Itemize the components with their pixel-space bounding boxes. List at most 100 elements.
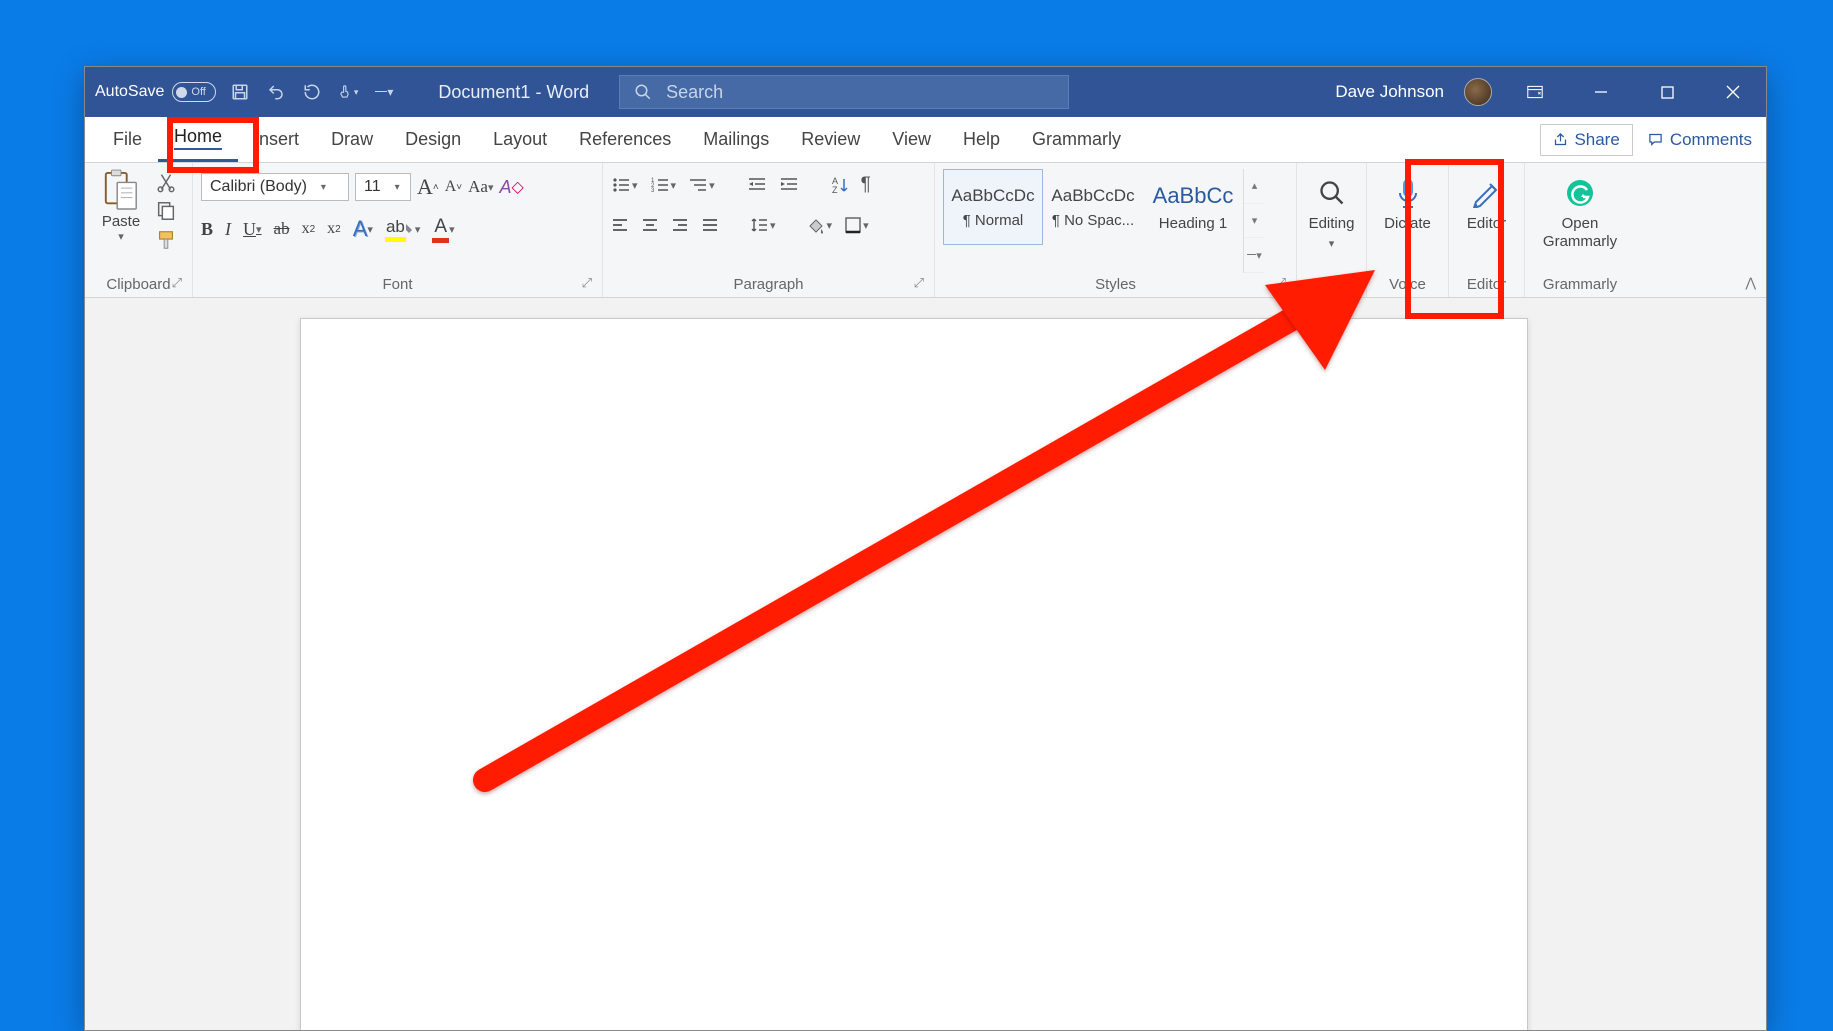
minimize-button[interactable] <box>1578 72 1624 112</box>
group-grammarly: Open Grammarly Grammarly <box>1525 163 1635 297</box>
strikethrough-button[interactable]: ab <box>274 219 290 239</box>
chevron-down-icon: ▾ <box>118 230 124 243</box>
paste-label: Paste <box>102 213 140 230</box>
multilevel-list-button[interactable]: ▾ <box>688 176 715 194</box>
style-name: Heading 1 <box>1159 215 1227 232</box>
open-grammarly-button[interactable]: Open Grammarly <box>1533 169 1627 251</box>
show-marks-button[interactable]: ¶ <box>861 174 871 196</box>
justify-button[interactable] <box>701 217 719 233</box>
styles-launcher-icon[interactable]: ⤢ <box>1276 275 1286 291</box>
comment-icon <box>1647 132 1664 147</box>
tab-draw[interactable]: Draw <box>315 117 389 162</box>
share-label: Share <box>1574 130 1619 150</box>
grow-font-button[interactable]: A˄ <box>417 174 439 200</box>
editing-button[interactable]: Editing ▾ <box>1305 169 1358 250</box>
paste-button[interactable]: Paste ▾ <box>93 169 149 243</box>
tab-review[interactable]: Review <box>785 117 876 162</box>
align-center-button[interactable] <box>641 217 659 233</box>
decrease-indent-button[interactable] <box>747 176 767 194</box>
user-name[interactable]: Dave Johnson <box>1335 82 1444 102</box>
align-left-button[interactable] <box>611 217 629 233</box>
font-launcher-icon[interactable]: ⤢ <box>582 275 592 291</box>
group-label-grammarly: Grammarly <box>1533 273 1627 293</box>
avatar[interactable] <box>1464 78 1492 106</box>
editor-button[interactable]: Editor <box>1457 169 1516 233</box>
styles-scroll: ▴ ▾ ▾ <box>1243 169 1265 273</box>
styles-expand[interactable]: ▾ <box>1244 238 1265 273</box>
tab-layout[interactable]: Layout <box>477 117 563 162</box>
autosave-switch[interactable]: Off <box>172 82 216 102</box>
dictate-button[interactable]: Dictate ▾ <box>1375 169 1440 250</box>
tab-references[interactable]: References <box>563 117 687 162</box>
styles-scroll-up[interactable]: ▴ <box>1244 169 1265 204</box>
align-right-button[interactable] <box>671 217 689 233</box>
document-title: Document1 - Word <box>438 82 589 103</box>
search-placeholder: Search <box>666 82 723 103</box>
ribbon-display-icon[interactable] <box>1512 72 1558 112</box>
italic-button[interactable]: I <box>225 219 231 240</box>
underline-button[interactable]: U ▾ <box>243 219 262 240</box>
group-label-font: Font⤢ <box>201 273 594 293</box>
comments-label: Comments <box>1670 130 1752 150</box>
autosave-label: AutoSave <box>95 83 164 101</box>
tab-design[interactable]: Design <box>389 117 477 162</box>
tab-help[interactable]: Help <box>947 117 1016 162</box>
borders-button[interactable]: ▾ <box>844 216 869 234</box>
style-heading1[interactable]: AaBbCc Heading 1 <box>1143 169 1243 245</box>
tab-file[interactable]: File <box>97 117 158 162</box>
tab-home[interactable]: Home <box>158 117 238 162</box>
shrink-font-button[interactable]: A˅ <box>445 178 462 196</box>
group-font: Calibri (Body)▾ 11▾ A˄ A˅ Aa ▾ A◇ B I U … <box>193 163 603 297</box>
style-normal[interactable]: AaBbCcDc ¶ Normal <box>943 169 1043 245</box>
bullets-button[interactable]: ▾ <box>611 176 638 194</box>
text-effects-button[interactable]: A ▾ <box>353 216 373 242</box>
document-area[interactable] <box>85 298 1766 1030</box>
font-size-combo[interactable]: 11▾ <box>355 173 411 201</box>
shading-button[interactable]: ▾ <box>806 216 833 234</box>
maximize-button[interactable] <box>1644 72 1690 112</box>
change-case-button[interactable]: Aa ▾ <box>468 177 493 197</box>
bold-button[interactable]: B <box>201 219 213 240</box>
autosave-toggle[interactable]: AutoSave Off <box>95 82 216 102</box>
touch-mode-icon[interactable]: ▾ <box>338 82 358 102</box>
search-box[interactable]: Search <box>619 75 1069 109</box>
style-no-spacing[interactable]: AaBbCcDc ¶ No Spac... <box>1043 169 1143 245</box>
share-button[interactable]: Share <box>1540 124 1632 156</box>
qat-customize-icon[interactable]: ▾ <box>374 82 394 102</box>
font-name-combo[interactable]: Calibri (Body)▾ <box>201 173 349 201</box>
close-button[interactable] <box>1710 72 1756 112</box>
tab-insert[interactable]: Insert <box>238 117 315 162</box>
collapse-ribbon-icon[interactable]: ⋀ <box>1745 275 1756 291</box>
tab-grammarly[interactable]: Grammarly <box>1016 117 1137 162</box>
toggle-knob <box>176 87 187 98</box>
editor-icon <box>1472 175 1502 211</box>
clear-formatting-button[interactable]: A◇ <box>500 177 524 198</box>
save-icon[interactable] <box>230 82 250 102</box>
paragraph-launcher-icon[interactable]: ⤢ <box>914 275 924 291</box>
document-page[interactable] <box>300 318 1528 1030</box>
group-paragraph: ▾ 123▾ ▾ AZ ¶ ▾ <box>603 163 935 297</box>
numbering-button[interactable]: 123▾ <box>650 176 677 194</box>
redo-icon[interactable] <box>302 82 322 102</box>
line-spacing-button[interactable]: ▾ <box>749 216 776 234</box>
subscript-button[interactable]: x2 <box>302 220 316 238</box>
highlight-button[interactable]: ab ▾ <box>385 217 420 242</box>
sort-button[interactable]: AZ <box>831 176 849 194</box>
font-color-button[interactable]: A ▾ <box>432 216 454 243</box>
styles-scroll-down[interactable]: ▾ <box>1244 204 1265 239</box>
chevron-down-icon: ▾ <box>1329 237 1335 250</box>
format-painter-icon[interactable] <box>155 229 177 251</box>
tab-mailings[interactable]: Mailings <box>687 117 785 162</box>
superscript-button[interactable]: x2 <box>327 220 341 238</box>
comments-button[interactable]: Comments <box>1647 130 1752 150</box>
group-label-clipboard: Clipboard⤢ <box>93 273 184 293</box>
undo-icon[interactable] <box>266 82 286 102</box>
editing-label: Editing <box>1309 215 1355 233</box>
copy-icon[interactable] <box>155 200 177 222</box>
clipboard-launcher-icon[interactable]: ⤢ <box>172 275 182 291</box>
tab-view[interactable]: View <box>876 117 947 162</box>
increase-indent-button[interactable] <box>779 176 799 194</box>
cut-icon[interactable] <box>155 171 177 193</box>
group-label-paragraph: Paragraph⤢ <box>611 273 926 293</box>
chevron-down-icon: ▾ <box>1405 237 1411 250</box>
